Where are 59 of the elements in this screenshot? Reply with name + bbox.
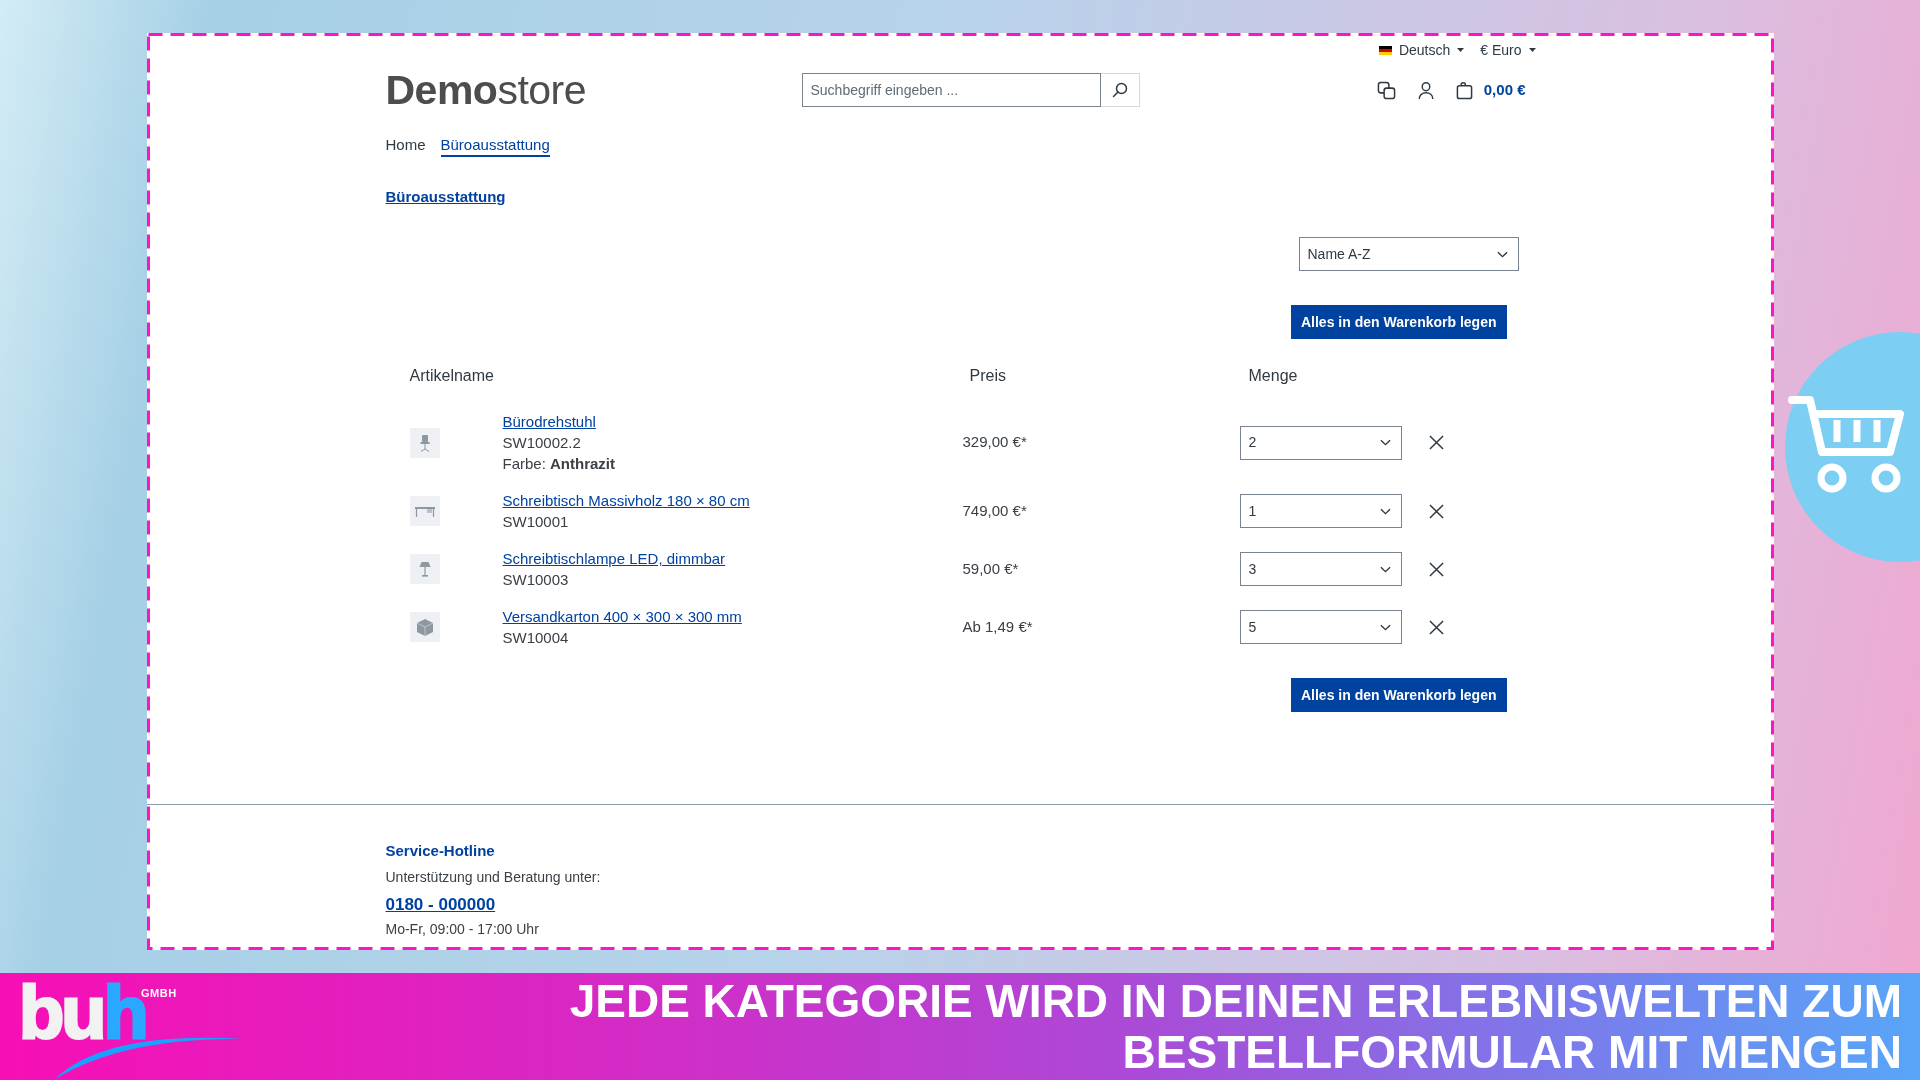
cart-icon [1782,330,1920,565]
chevron-down-icon [1379,507,1391,515]
product-price: Ab 1,49 €* [962,616,1033,637]
close-icon[interactable] [1428,561,1444,577]
overlapping-squares-icon[interactable] [1376,80,1396,100]
product-link[interactable]: Bürodrehstuhl [502,411,596,432]
product-link[interactable]: Schreibtischlampe LED, dimmbar [502,548,726,569]
user-icon[interactable] [1416,80,1435,100]
lamp-icon [409,554,440,584]
chevron-down-icon [1496,250,1508,258]
product-link[interactable]: Schreibtisch Massivholz 180 × 80 cm [502,490,750,511]
chevron-down-icon [1379,623,1391,631]
language-dropdown[interactable]: Deutsch [1378,39,1465,61]
add-all-to-cart-button[interactable]: Alles in den Warenkorb legen [1290,305,1507,339]
nav-tab[interactable]: Büroausstattung [440,135,550,157]
close-icon[interactable] [1428,503,1444,519]
caption-line: JEDE KATEGORIE WIRD IN DEINEN ERLEBNISWELTEN ZUM [569,975,1902,1027]
product-link[interactable]: Versandkarton 400 × 300 × 300 mm [502,606,742,627]
quantity-select[interactable]: 2 [1239,425,1402,460]
desk-icon [409,496,440,526]
close-icon[interactable] [1428,435,1444,450]
search-button[interactable] [1100,73,1140,107]
search-field[interactable]: Suchbegriff eingeben ... [801,73,1101,107]
store-logo[interactable]: Demostore [385,68,587,112]
column-header: Menge [1247,366,1298,386]
hotline-text: Unterstützung und Beratung unter: [385,868,601,887]
product-number: SW10004 [502,628,569,648]
category-title-link[interactable]: Büroausstattung [385,187,506,207]
quantity-select[interactable]: 3 [1239,552,1402,586]
product-price: 329,00 €* [962,432,1027,453]
shopping-bag-icon [1455,80,1473,100]
add-all-to-cart-button[interactable]: Alles in den Warenkorb legen [1290,678,1507,712]
product-price: 749,00 €* [962,500,1027,521]
box-icon [409,612,440,642]
nav-tab[interactable]: Home [385,135,426,157]
product-number: SW10003 [502,570,569,590]
search-icon [1111,82,1128,98]
caret-icon [1528,48,1536,52]
product-option: Farbe: Anthrazit [502,453,616,474]
column-header: Artikelname [409,366,494,386]
close-icon[interactable] [1428,619,1444,635]
chevron-down-icon [1379,439,1391,446]
sort-select[interactable]: Name A-Z [1298,237,1519,271]
flag-icon [1378,45,1392,55]
caret-icon [1457,48,1465,52]
quantity-select[interactable]: 5 [1239,610,1402,644]
opening-hours: Mo-Fr, 09:00 - 17:00 Uhr [385,920,539,939]
caption-line: BESTELLFORMULAR MIT MENGEN [1122,1026,1902,1078]
product-number: SW10002.2 [502,433,581,453]
phone-link[interactable]: 0180 - 000000 [385,893,496,917]
office-chair-icon [409,427,440,458]
quantity-select[interactable]: 1 [1239,494,1402,528]
hotline-title: Service-Hotline [385,841,495,861]
chevron-down-icon [1379,565,1391,573]
product-price: 59,00 €* [962,558,1019,579]
cart-link[interactable]: 0,00 € [1455,78,1526,102]
currency-dropdown[interactable]: € Euro [1480,39,1536,61]
column-header: Preis [968,366,1006,386]
product-number: SW10001 [502,512,569,532]
